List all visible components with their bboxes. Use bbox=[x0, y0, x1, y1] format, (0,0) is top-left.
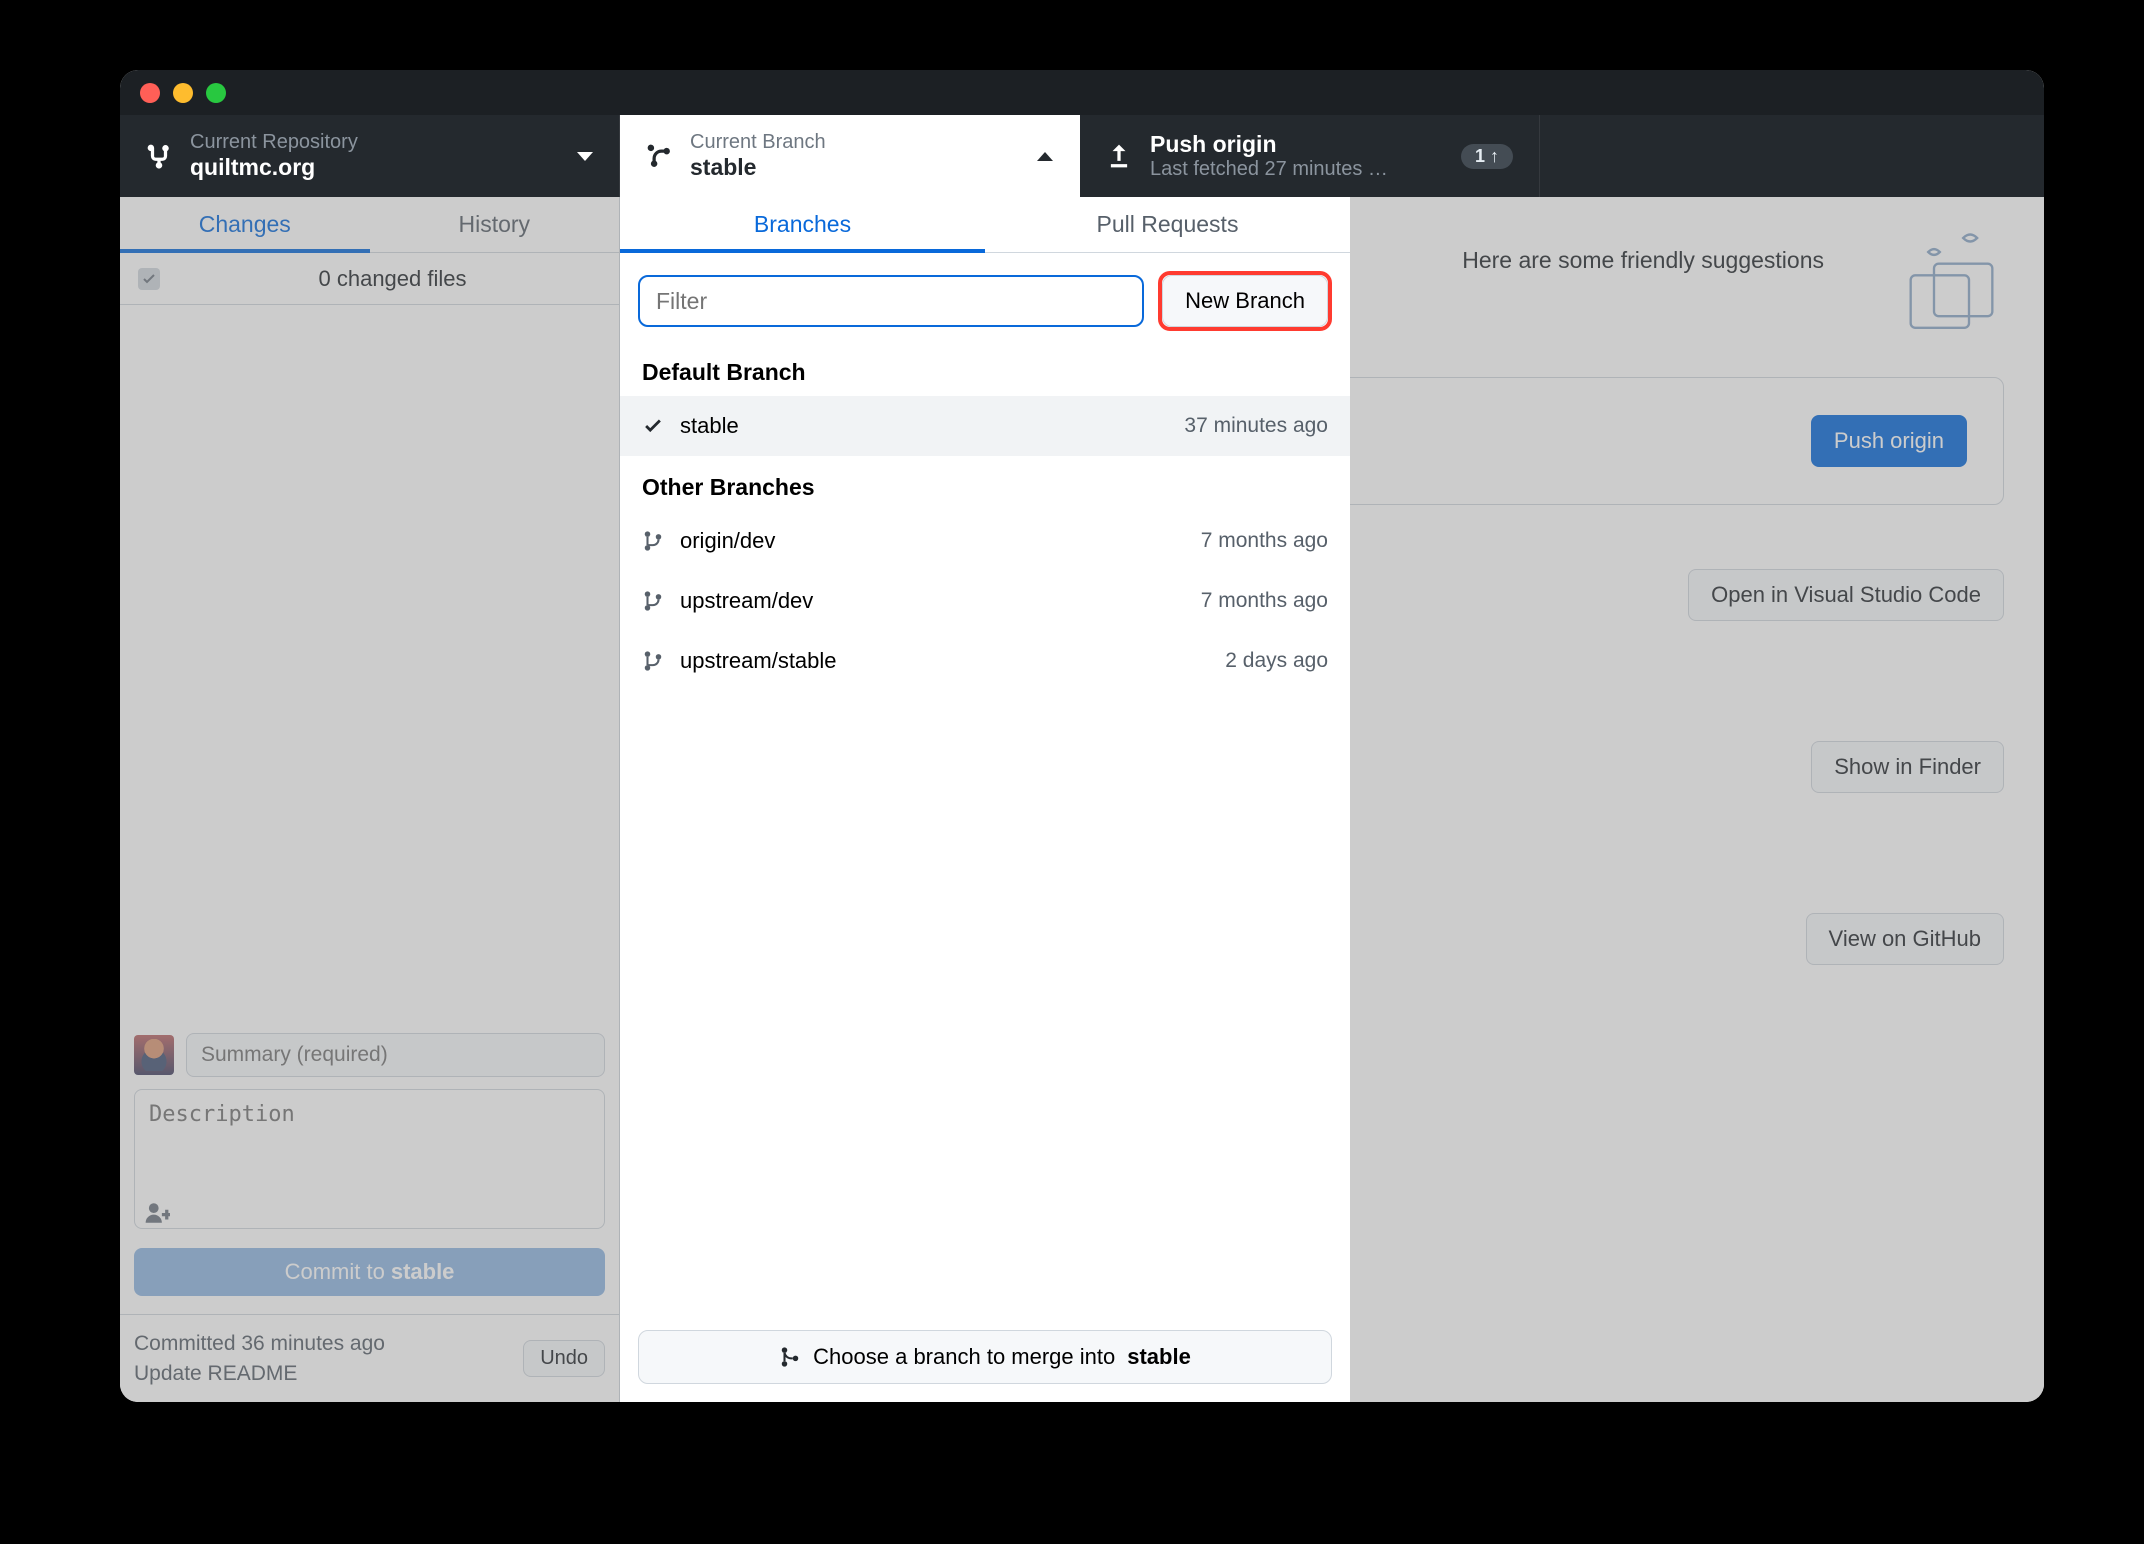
last-commit-message: Update README bbox=[134, 1359, 385, 1388]
branch-filter-input[interactable] bbox=[638, 275, 1144, 327]
sidebar-tabs: Changes History bbox=[120, 197, 619, 253]
toolbar: Current Repository quiltmc.org Current B… bbox=[120, 115, 2044, 197]
branch-item-time: 7 months ago bbox=[1201, 589, 1328, 613]
default-branch-section-title: Default Branch bbox=[620, 341, 1350, 396]
push-subtitle: Last fetched 27 minutes … bbox=[1150, 158, 1388, 181]
branches-tab[interactable]: Branches bbox=[620, 197, 985, 252]
changed-files-row: 0 changed files bbox=[120, 253, 619, 305]
branch-item-origin-dev[interactable]: origin/dev 7 months ago bbox=[620, 511, 1350, 571]
repo-name: quiltmc.org bbox=[190, 154, 358, 181]
avatar bbox=[134, 1035, 174, 1075]
branch-item-upstream-dev[interactable]: upstream/dev 7 months ago bbox=[620, 571, 1350, 631]
git-branch-icon bbox=[642, 590, 664, 612]
add-coauthor-icon[interactable] bbox=[144, 1200, 170, 1226]
tab-history[interactable]: History bbox=[370, 197, 620, 252]
undo-commit-button[interactable]: Undo bbox=[523, 1340, 605, 1377]
commit-button[interactable]: Commit to stable bbox=[134, 1248, 605, 1296]
branch-item-name: stable bbox=[680, 413, 739, 439]
open-in-editor-button[interactable]: Open in Visual Studio Code bbox=[1688, 569, 2004, 621]
other-branches-section-title: Other Branches bbox=[620, 456, 1350, 511]
repo-sub-label: Current Repository bbox=[190, 131, 358, 154]
branch-item-time: 2 days ago bbox=[1225, 649, 1328, 673]
repo-fork-icon bbox=[146, 143, 172, 169]
chevron-down-icon bbox=[577, 152, 593, 161]
push-ahead-badge: 1 ↑ bbox=[1461, 144, 1513, 169]
git-branch-icon bbox=[642, 530, 664, 552]
merge-btn-prefix: Choose a branch to merge into bbox=[813, 1344, 1115, 1370]
branch-sub-label: Current Branch bbox=[690, 131, 826, 154]
commit-form: Commit to stable bbox=[120, 1019, 619, 1314]
tab-changes[interactable]: Changes bbox=[120, 197, 370, 252]
branch-item-name: upstream/dev bbox=[680, 588, 813, 614]
current-repository-selector[interactable]: Current Repository quiltmc.org bbox=[120, 115, 620, 197]
suggestions-heading: Here are some friendly suggestions bbox=[1462, 247, 1824, 274]
changed-files-label: 0 changed files bbox=[184, 266, 601, 292]
chevron-up-icon bbox=[1037, 152, 1053, 161]
branch-item-upstream-stable[interactable]: upstream/stable 2 days ago bbox=[620, 631, 1350, 691]
pull-requests-tab[interactable]: Pull Requests bbox=[985, 197, 1350, 252]
push-origin-button[interactable]: Push origin bbox=[1811, 415, 1967, 467]
merge-btn-target: stable bbox=[1127, 1344, 1191, 1370]
merge-into-button[interactable]: Choose a branch to merge into stable bbox=[638, 1330, 1332, 1384]
new-branch-highlight: New Branch bbox=[1158, 271, 1332, 331]
branch-name: stable bbox=[690, 154, 826, 181]
branch-item-name: upstream/stable bbox=[680, 648, 837, 674]
commit-btn-branch: stable bbox=[391, 1259, 455, 1285]
select-all-checkbox[interactable] bbox=[138, 268, 160, 290]
branch-item-time: 37 minutes ago bbox=[1184, 414, 1328, 438]
last-commit-time: Committed 36 minutes ago bbox=[134, 1329, 385, 1358]
window-minimize-button[interactable] bbox=[173, 83, 193, 103]
left-sidebar: Changes History 0 changed files bbox=[120, 197, 620, 1402]
commit-btn-prefix: Commit to bbox=[285, 1259, 385, 1285]
push-title: Push origin bbox=[1150, 131, 1388, 158]
branch-item-name: origin/dev bbox=[680, 528, 775, 554]
branch-item-stable[interactable]: stable 37 minutes ago bbox=[620, 396, 1350, 456]
view-on-github-button[interactable]: View on GitHub bbox=[1806, 913, 2004, 965]
show-in-finder-button[interactable]: Show in Finder bbox=[1811, 741, 2004, 793]
app-window: Current Repository quiltmc.org Current B… bbox=[120, 70, 2044, 1402]
git-branch-icon bbox=[642, 650, 664, 672]
new-branch-button[interactable]: New Branch bbox=[1162, 275, 1328, 327]
commit-description-input[interactable] bbox=[134, 1089, 605, 1229]
current-branch-selector[interactable]: Current Branch stable bbox=[620, 115, 1080, 197]
last-commit-footer: Committed 36 minutes ago Update README U… bbox=[120, 1314, 619, 1402]
illustration-icon bbox=[1864, 227, 2004, 347]
branch-dropdown-panel: Branches Pull Requests New Branch Defaul… bbox=[620, 197, 1350, 1402]
push-origin-selector[interactable]: Push origin Last fetched 27 minutes … 1 … bbox=[1080, 115, 1540, 197]
window-close-button[interactable] bbox=[140, 83, 160, 103]
branch-item-time: 7 months ago bbox=[1201, 529, 1328, 553]
commit-summary-input[interactable] bbox=[186, 1033, 605, 1077]
window-zoom-button[interactable] bbox=[206, 83, 226, 103]
upload-icon bbox=[1106, 143, 1132, 169]
titlebar bbox=[120, 70, 2044, 115]
git-merge-icon bbox=[779, 1346, 801, 1368]
git-branch-icon bbox=[646, 143, 672, 169]
check-icon bbox=[642, 415, 664, 437]
